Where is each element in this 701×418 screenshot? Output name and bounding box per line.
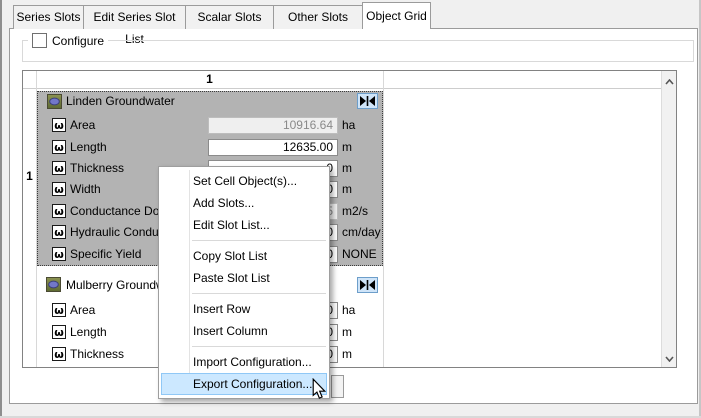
menu-item-set-cell-objects[interactable]: Set Cell Object(s)... bbox=[159, 170, 329, 192]
scalar-slot-icon: ω bbox=[52, 161, 66, 175]
scrollbar-up-button[interactable] bbox=[663, 74, 676, 89]
scalar-slot-icon: ω bbox=[52, 347, 66, 361]
slot-unit: m2/s bbox=[342, 203, 368, 220]
menu-separator bbox=[192, 293, 326, 294]
scrollbar-down-button[interactable] bbox=[663, 351, 676, 366]
slot-unit: m bbox=[342, 346, 352, 363]
tab-scalar-slots[interactable]: Scalar Slots bbox=[185, 5, 274, 29]
slot-unit: m bbox=[342, 181, 352, 198]
slot-unit: m bbox=[342, 324, 352, 341]
tab-other-slots[interactable]: Other Slots bbox=[273, 5, 363, 29]
scalar-slot-icon: ω bbox=[52, 182, 66, 196]
menu-item-copy-slot-list[interactable]: Copy Slot List bbox=[159, 245, 329, 267]
menu-item-insert-row[interactable]: Insert Row bbox=[159, 298, 329, 320]
collapse-button[interactable] bbox=[357, 277, 378, 293]
spin-control[interactable] bbox=[331, 375, 344, 398]
scalar-slot-icon: ω bbox=[52, 247, 66, 261]
mouse-cursor-icon bbox=[311, 378, 327, 403]
header-underline bbox=[23, 88, 661, 89]
menu-item-edit-slot-list[interactable]: Edit Slot List... bbox=[159, 214, 329, 236]
slot-value-field[interactable]: 10916.64 bbox=[208, 117, 338, 134]
configure-checkbox[interactable] bbox=[32, 33, 47, 48]
collapse-icon bbox=[358, 278, 377, 292]
scalar-slot-icon: ω bbox=[52, 225, 66, 239]
slot-unit: m bbox=[342, 160, 352, 177]
scalar-slot-icon: ω bbox=[52, 303, 66, 317]
slot-label: Thickness bbox=[70, 160, 124, 177]
menu-item-insert-column[interactable]: Insert Column bbox=[159, 320, 329, 342]
window-left-edge bbox=[0, 0, 2, 418]
object-grid-table: 1 1 Linden Groundwater ω Area bbox=[22, 70, 677, 368]
slot-label: Length bbox=[70, 324, 107, 341]
slot-label: Length bbox=[70, 139, 107, 156]
context-menu: Set Cell Object(s)... Add Slots... Edit … bbox=[158, 166, 330, 399]
column-header-1[interactable]: 1 bbox=[36, 72, 383, 87]
collapse-button[interactable] bbox=[357, 93, 378, 109]
slot-row-area: ω Area 10916.64 ha bbox=[52, 117, 383, 134]
vertical-scrollbar[interactable] bbox=[661, 71, 676, 367]
chevron-down-icon bbox=[665, 356, 674, 362]
groundwater-object-icon bbox=[46, 277, 61, 292]
menu-separator bbox=[192, 240, 326, 241]
scalar-slot-icon: ω bbox=[52, 325, 66, 339]
menu-item-add-slots[interactable]: Add Slots... bbox=[159, 192, 329, 214]
slot-label: Thickness bbox=[70, 346, 124, 363]
configure-label[interactable]: Configure bbox=[52, 34, 104, 48]
menu-item-import-configuration[interactable]: Import Configuration... bbox=[159, 351, 329, 373]
chevron-up-icon bbox=[665, 79, 674, 85]
configure-groupbox bbox=[22, 40, 694, 62]
slot-unit: m bbox=[342, 139, 352, 156]
object-name: Linden Groundwater bbox=[66, 93, 175, 109]
menu-separator bbox=[192, 346, 326, 347]
tab-series-slots[interactable]: Series Slots bbox=[13, 5, 84, 29]
slot-unit: ha bbox=[342, 117, 355, 134]
slot-label: Width bbox=[70, 181, 101, 198]
collapse-icon bbox=[358, 94, 377, 108]
scalar-slot-icon: ω bbox=[52, 118, 66, 132]
menu-item-export-configuration[interactable]: Export Configuration... bbox=[161, 373, 327, 395]
slot-label: Area bbox=[70, 117, 95, 134]
menu-item-paste-slot-list[interactable]: Paste Slot List bbox=[159, 267, 329, 289]
scalar-slot-icon: ω bbox=[52, 140, 66, 154]
slot-unit: ha bbox=[342, 302, 355, 319]
tab-edit-series-slot-list[interactable]: Edit Series Slot List bbox=[83, 5, 186, 29]
tab-object-grid[interactable]: Object Grid bbox=[362, 2, 431, 29]
row-header-1[interactable]: 1 bbox=[23, 169, 36, 186]
slot-label: Specific Yield bbox=[70, 246, 141, 263]
groundwater-object-icon bbox=[47, 94, 62, 109]
column-1-divider bbox=[383, 71, 384, 367]
scalar-slot-icon: ω bbox=[52, 204, 66, 218]
slot-value-field[interactable]: 12635.00 bbox=[208, 139, 338, 156]
slot-label: Area bbox=[70, 302, 95, 319]
slot-unit: NONE bbox=[342, 246, 377, 263]
slot-unit: cm/day bbox=[342, 224, 381, 241]
object-grid-window: Series Slots Edit Series Slot List Scala… bbox=[0, 0, 701, 418]
slot-row-length: ω Length 12635.00 m bbox=[52, 139, 383, 156]
configure-groupbox-title: Configure bbox=[28, 33, 108, 48]
